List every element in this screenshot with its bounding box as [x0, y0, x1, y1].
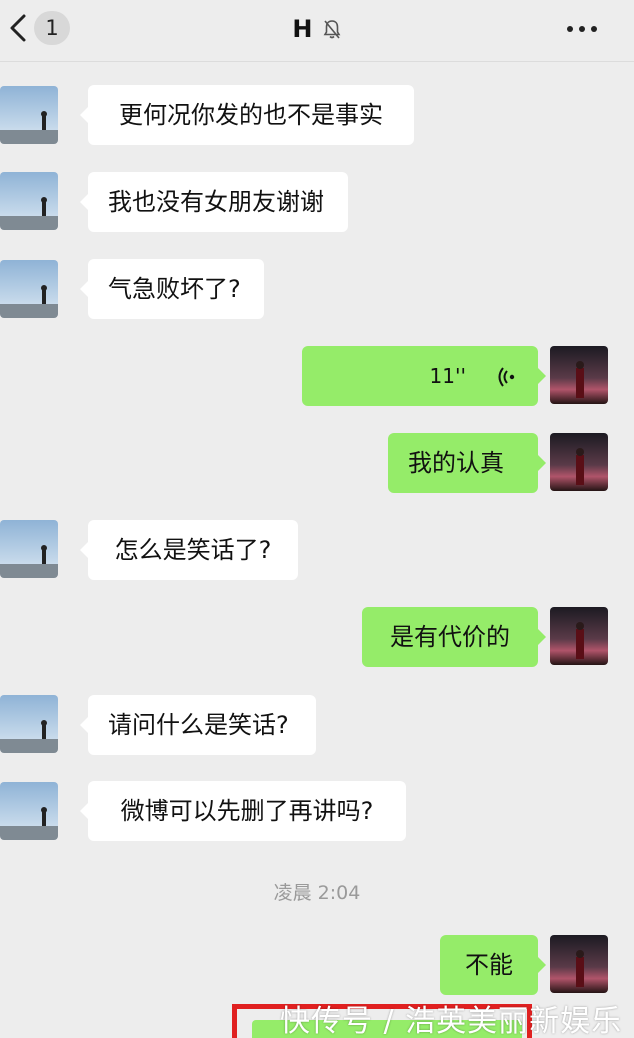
self-avatar[interactable] [550, 346, 608, 404]
more-dot [591, 26, 597, 32]
bell-muted-icon [323, 20, 341, 39]
contact-avatar[interactable] [0, 172, 58, 230]
message-timestamp: 凌晨 2:04 [273, 882, 361, 904]
message-bubble-sent[interactable]: 不能 [440, 935, 546, 995]
voice-message-bubble[interactable]: 11'' [302, 346, 546, 406]
message-bubble-sent[interactable]: 我的认真 [388, 433, 546, 493]
watermark-text: 快传号 / 浩英美丽新娱乐 [280, 1004, 623, 1038]
message-bubble-received[interactable]: 我也没有女朋友谢谢 [80, 172, 348, 232]
message-bubble-received[interactable]: 更何况你发的也不是事实 [80, 85, 414, 145]
more-options-button[interactable] [560, 15, 604, 43]
contact-avatar[interactable] [0, 260, 58, 318]
voice-wave-icon [498, 367, 515, 387]
contact-avatar[interactable] [0, 695, 58, 753]
more-dot [579, 26, 585, 32]
self-avatar[interactable] [550, 607, 608, 665]
message-bubble-received[interactable]: 请问什么是笑话? [80, 695, 316, 755]
message-bubble-received[interactable]: 气急败坏了? [80, 259, 264, 319]
contact-avatar[interactable] [0, 782, 58, 840]
contact-avatar[interactable] [0, 520, 58, 578]
message-bubble-received[interactable]: 微博可以先删了再讲吗? [80, 781, 406, 841]
chat-header: 1 H [0, 0, 634, 62]
voice-duration: 11'' [429, 364, 466, 388]
message-bubble-received[interactable]: 怎么是笑话了? [80, 520, 298, 580]
chat-title: H [292, 15, 313, 43]
message-bubble-sent[interactable]: 是有代价的 [362, 607, 546, 667]
more-dot [567, 26, 573, 32]
title-wrap: H [0, 10, 634, 48]
contact-avatar[interactable] [0, 86, 58, 144]
self-avatar[interactable] [550, 935, 608, 993]
self-avatar[interactable] [550, 433, 608, 491]
